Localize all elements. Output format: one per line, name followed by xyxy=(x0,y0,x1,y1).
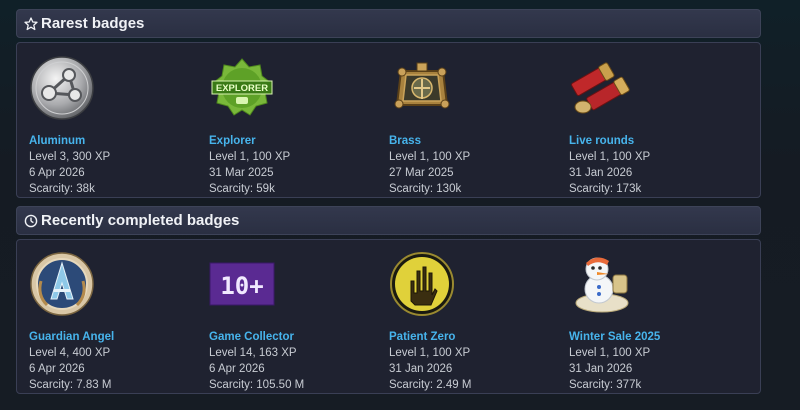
badge-date: 27 Mar 2025 xyxy=(389,167,454,179)
badge-level: Level 1, 100 XP xyxy=(569,347,651,359)
badge-card[interactable]: Guardian Angel Level 4, 400 XP 6 Apr 202… xyxy=(29,251,199,391)
rarest-badges-panel: Aluminum Level 3, 300 XP 6 Apr 2026 Scar… xyxy=(16,42,761,198)
game-collector-badge-icon[interactable]: 10+ xyxy=(209,251,275,317)
badge-date: 6 Apr 2026 xyxy=(29,363,85,375)
clock-icon xyxy=(24,214,38,227)
aluminum-badge-icon[interactable] xyxy=(29,55,95,121)
brass-badge-icon[interactable] xyxy=(389,55,455,121)
badge-card[interactable]: Brass Level 1, 100 XP 27 Mar 2025 Scarci… xyxy=(389,55,559,195)
patient-zero-badge-icon[interactable] xyxy=(389,251,455,317)
live-rounds-badge-icon[interactable] xyxy=(569,55,635,121)
guardian-angel-badge-icon[interactable] xyxy=(29,251,95,317)
game-collector-badge-text: 10+ xyxy=(220,272,263,300)
badge-name-link[interactable]: Aluminum xyxy=(29,135,85,147)
badge-card[interactable]: Winter Sale 2025 Level 1, 100 XP 31 Jan … xyxy=(569,251,739,391)
explorer-badge-text: EXPLORER xyxy=(216,83,268,94)
badge-scarcity: Scarcity: 38k xyxy=(29,183,95,195)
badge-level: Level 1, 100 XP xyxy=(389,347,471,359)
badge-scarcity: Scarcity: 130k xyxy=(389,183,462,195)
section-title: Rarest badges xyxy=(41,15,145,32)
badge-date: 31 Jan 2026 xyxy=(389,363,453,375)
rarest-badges-header: Rarest badges xyxy=(16,9,761,38)
badge-date: 6 Apr 2026 xyxy=(209,363,265,375)
badge-scarcity: Scarcity: 105.50 M xyxy=(209,379,305,391)
badge-card[interactable]: Patient Zero Level 1, 100 XP 31 Jan 2026… xyxy=(389,251,559,391)
badge-level: Level 14, 163 XP xyxy=(209,347,297,359)
badge-name-link[interactable]: Explorer xyxy=(209,135,256,147)
winter-sale-badge-icon[interactable] xyxy=(569,251,635,317)
badge-scarcity: Scarcity: 2.49 M xyxy=(389,379,472,391)
badge-name-link[interactable]: Game Collector xyxy=(209,331,294,343)
badge-scarcity: Scarcity: 377k xyxy=(569,379,642,391)
badge-date: 6 Apr 2026 xyxy=(29,167,85,179)
badge-date: 31 Jan 2026 xyxy=(569,363,633,375)
badge-name-link[interactable]: Patient Zero xyxy=(389,331,455,343)
badge-level: Level 1, 100 XP xyxy=(569,151,651,163)
badge-level: Level 4, 400 XP xyxy=(29,347,111,359)
badge-card[interactable]: 10+ Game Collector Level 14, 163 XP 6 Ap… xyxy=(209,251,379,391)
badge-level: Level 3, 300 XP xyxy=(29,151,111,163)
badge-level: Level 1, 100 XP xyxy=(209,151,291,163)
badge-date: 31 Mar 2025 xyxy=(209,167,274,179)
badge-name-link[interactable]: Brass xyxy=(389,135,421,147)
badge-scarcity: Scarcity: 7.83 M xyxy=(29,379,112,391)
badge-name-link[interactable]: Winter Sale 2025 xyxy=(569,331,660,343)
badge-card[interactable]: Live rounds Level 1, 100 XP 31 Jan 2026 … xyxy=(569,55,739,195)
badge-card[interactable]: EXPLORER Explorer Level 1, 100 XP 31 Mar… xyxy=(209,55,379,195)
badge-name-link[interactable]: Live rounds xyxy=(569,135,634,147)
badge-name-link[interactable]: Guardian Angel xyxy=(29,331,114,343)
recently-completed-panel: Guardian Angel Level 4, 400 XP 6 Apr 202… xyxy=(16,239,761,394)
recently-completed-header: Recently completed badges xyxy=(16,206,761,235)
explorer-badge-icon[interactable]: EXPLORER xyxy=(209,55,275,121)
badge-scarcity: Scarcity: 173k xyxy=(569,183,642,195)
star-outline-icon xyxy=(24,16,38,30)
section-title: Recently completed badges xyxy=(41,212,240,229)
badge-card[interactable]: Aluminum Level 3, 300 XP 6 Apr 2026 Scar… xyxy=(29,55,199,195)
badge-scarcity: Scarcity: 59k xyxy=(209,183,275,195)
badge-date: 31 Jan 2026 xyxy=(569,167,633,179)
badge-level: Level 1, 100 XP xyxy=(389,151,471,163)
